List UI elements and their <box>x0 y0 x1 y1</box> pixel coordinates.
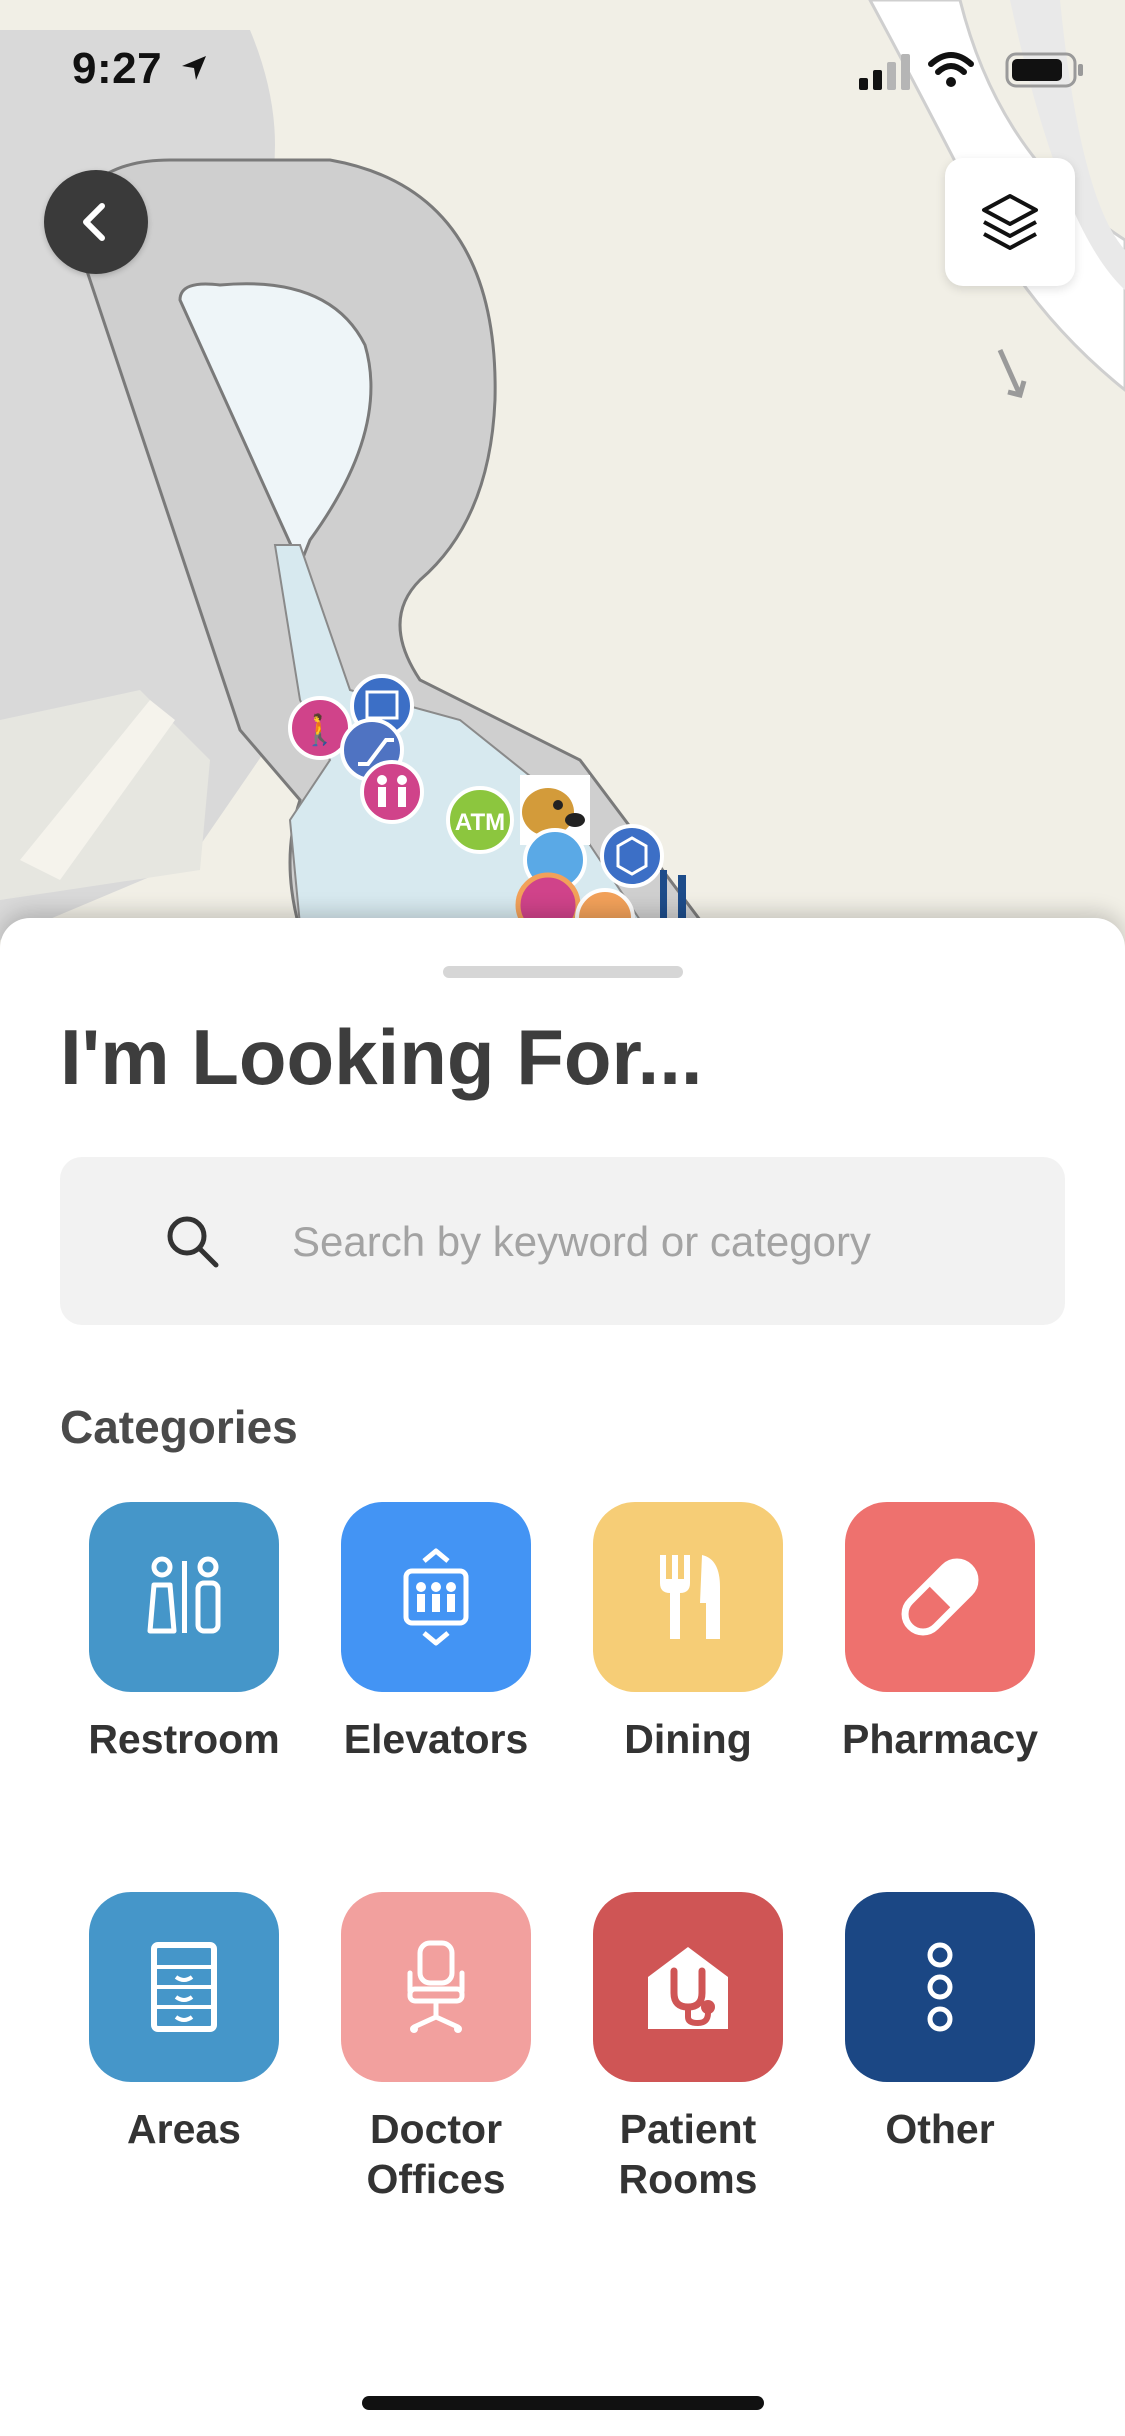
stethoscope-house-icon <box>648 1947 728 2029</box>
category-label: Elevators <box>343 1716 529 1762</box>
category-areas[interactable]: Areas <box>58 1892 310 2154</box>
search-box[interactable] <box>60 1157 1065 1327</box>
svg-text:ATM: ATM <box>455 809 505 836</box>
category-dining[interactable]: Dining <box>562 1502 814 1764</box>
dining-tile[interactable] <box>593 1502 783 1692</box>
more-dots-icon <box>927 1942 953 2032</box>
sheet-grabber[interactable] <box>443 966 683 978</box>
back-button[interactable] <box>44 170 148 274</box>
atm-marker[interactable]: ATM <box>446 786 514 854</box>
category-doctor-offices[interactable]: Doctor Offices <box>310 1892 562 2204</box>
cabinet-icon <box>151 1942 217 2032</box>
layers-icon <box>982 194 1038 250</box>
category-pharmacy[interactable]: Pharmacy <box>814 1502 1066 1764</box>
category-label: Patient Rooms <box>618 2106 758 2202</box>
doctor-offices-tile[interactable] <box>341 1892 531 2082</box>
office-chair-icon <box>407 1940 465 2033</box>
dining-icon <box>660 1555 720 1639</box>
search-icon <box>167 1216 219 1268</box>
patient-rooms-tile[interactable] <box>593 1892 783 2082</box>
category-label: Other <box>885 2106 995 2152</box>
category-patient-rooms[interactable]: Patient Rooms <box>562 1892 814 2204</box>
other-tile[interactable] <box>845 1892 1035 2082</box>
floor-map[interactable]: 🚶 ATM <box>0 0 1125 940</box>
category-other[interactable]: Other <box>814 1892 1066 2154</box>
search-input[interactable] <box>290 1157 1034 1327</box>
elevators-tile[interactable] <box>341 1502 531 1692</box>
areas-tile[interactable] <box>89 1892 279 2082</box>
package-marker[interactable] <box>600 824 664 888</box>
restroom-marker-2[interactable] <box>360 760 424 824</box>
category-label: Areas <box>127 2106 241 2152</box>
category-restroom[interactable]: Restroom <box>58 1502 310 1764</box>
category-label: Pharmacy <box>841 1716 1038 1762</box>
svg-text:🚶: 🚶 <box>301 712 338 748</box>
elevator-icon <box>403 1548 469 1646</box>
status-time: 9:27 <box>72 44 163 93</box>
pill-icon <box>901 1558 979 1636</box>
status-bar: 9:27 <box>0 0 1125 140</box>
restroom-tile[interactable] <box>89 1502 279 1692</box>
chevron-left-icon <box>83 203 105 241</box>
location-arrow-icon <box>182 56 206 80</box>
signal-icon <box>859 54 910 90</box>
category-label: Dining <box>624 1716 752 1762</box>
sheet-title: I'm Looking For... <box>60 1013 703 1101</box>
home-indicator[interactable] <box>362 2396 764 2410</box>
pharmacy-tile[interactable] <box>845 1502 1035 1692</box>
restroom-icon <box>147 1556 221 1634</box>
category-elevators[interactable]: Elevators <box>310 1502 562 1764</box>
battery-icon <box>1005 52 1083 88</box>
category-label: Doctor Offices <box>366 2106 506 2202</box>
category-label: Restroom <box>88 1716 280 1762</box>
categories-heading: Categories <box>60 1401 298 1453</box>
wifi-icon <box>928 52 974 87</box>
map-layers-button[interactable] <box>945 158 1075 286</box>
